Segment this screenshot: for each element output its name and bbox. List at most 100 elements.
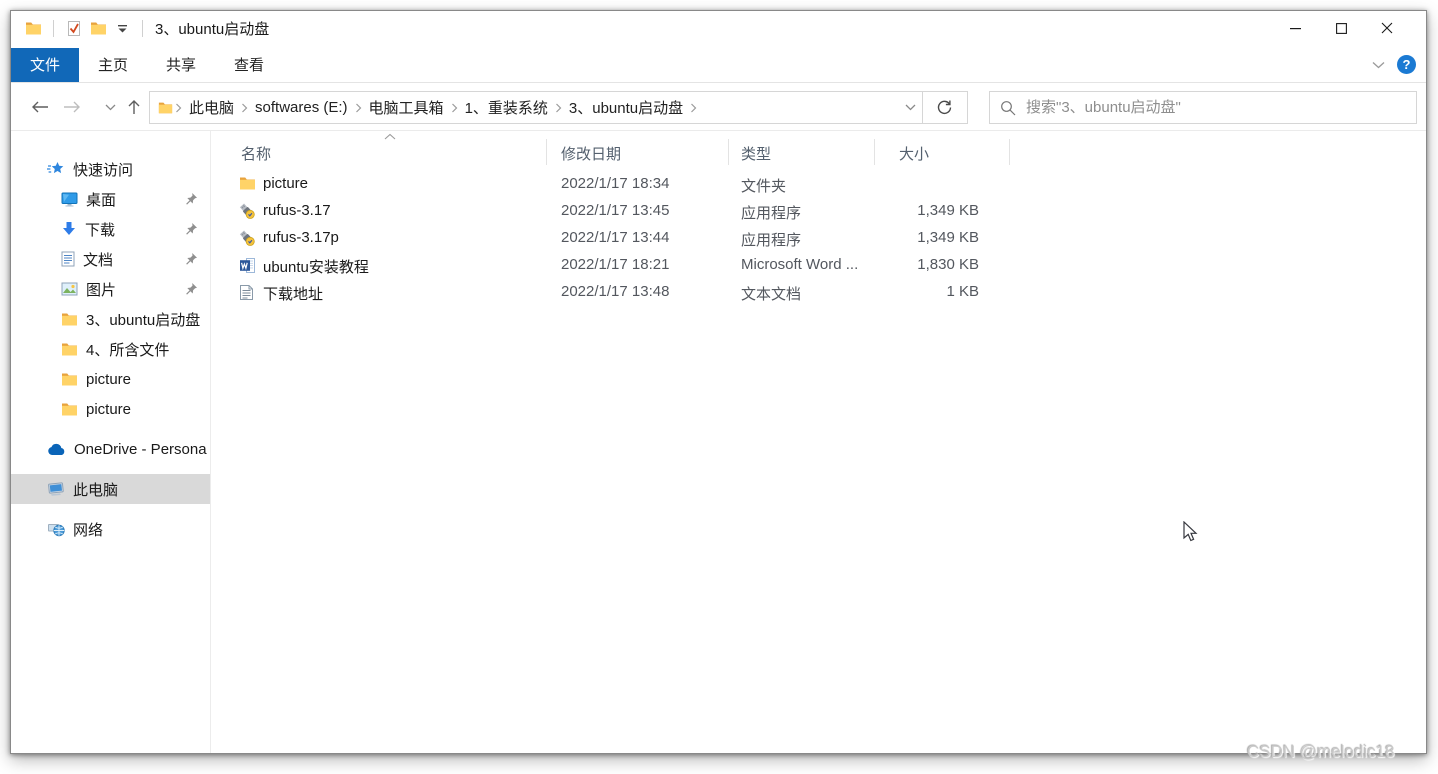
- help-icon[interactable]: ?: [1397, 55, 1416, 74]
- column-header-size[interactable]: 大小: [874, 143, 979, 164]
- column-header-type[interactable]: 类型: [741, 143, 771, 164]
- sidebar-item-label: 3、ubuntu启动盘: [86, 311, 201, 329]
- pin-icon: [185, 222, 198, 235]
- file-type: 应用程序: [741, 205, 802, 222]
- column-header-date[interactable]: 修改日期: [561, 143, 621, 164]
- sidebar-item-ubuntu-boot-folder[interactable]: 3、ubuntu启动盘: [11, 304, 210, 334]
- breadcrumb-chevron-icon[interactable]: [555, 103, 562, 113]
- breadcrumb-this-pc[interactable]: 此电脑: [182, 97, 241, 118]
- breadcrumb-chevron-icon[interactable]: [451, 103, 458, 113]
- file-type: 文本文档: [741, 286, 802, 303]
- back-button[interactable]: [25, 91, 55, 123]
- address-row: 此电脑 softwares (E:) 电脑工具箱 1、重装系统 3、ubuntu…: [11, 83, 1426, 131]
- file-size: 1,349 KB: [917, 229, 979, 246]
- rufus-usb-icon: [239, 230, 256, 247]
- tab-file[interactable]: 文件: [11, 48, 80, 82]
- forward-button[interactable]: [57, 91, 87, 123]
- search-input[interactable]: [1026, 99, 1406, 116]
- refresh-button[interactable]: [922, 91, 968, 124]
- file-row-download-address[interactable]: 下载地址 2022/1/17 13:48 文本文档 1 KB: [211, 279, 1426, 306]
- sidebar-item-label: 快速访问: [73, 161, 134, 179]
- address-dropdown-chevron-icon[interactable]: [905, 104, 916, 111]
- breadcrumb-reinstall[interactable]: 1、重装系统: [458, 97, 555, 118]
- properties-check-icon[interactable]: [62, 16, 86, 40]
- customize-quick-access-icon[interactable]: [110, 16, 134, 40]
- breadcrumb-chevron-icon[interactable]: [175, 103, 182, 113]
- folder-icon: [61, 402, 78, 416]
- sidebar-item-label: picture: [86, 400, 132, 418]
- pin-icon: [185, 192, 198, 205]
- tab-view[interactable]: 查看: [215, 48, 283, 82]
- column-headers: 名称 修改日期 类型 大小: [211, 131, 1426, 171]
- sidebar-item-label: 此电脑: [73, 481, 119, 499]
- file-size: 1,830 KB: [917, 256, 979, 273]
- titlebar-separator: [142, 19, 143, 37]
- file-date: 2022/1/17 13:48: [561, 283, 670, 300]
- sidebar-item-this-pc[interactable]: 此电脑: [11, 474, 210, 504]
- new-folder-icon[interactable]: [86, 16, 110, 40]
- file-date: 2022/1/17 13:44: [561, 229, 670, 246]
- sidebar-item-label: 文档: [83, 251, 114, 269]
- breadcrumb-drive[interactable]: softwares (E:): [248, 99, 355, 116]
- address-bar[interactable]: 此电脑 softwares (E:) 电脑工具箱 1、重装系统 3、ubuntu…: [149, 91, 923, 124]
- breadcrumb-chevron-icon[interactable]: [690, 103, 697, 113]
- breadcrumb-toolbox[interactable]: 电脑工具箱: [362, 97, 451, 118]
- breadcrumb-chevron-icon[interactable]: [241, 103, 248, 113]
- file-row-picture[interactable]: picture 2022/1/17 18:34 文件夹: [211, 171, 1426, 198]
- sidebar-item-quick-access[interactable]: 快速访问: [11, 154, 210, 184]
- file-row-rufus-p[interactable]: rufus-3.17p 2022/1/17 13:44 应用程序 1,349 K…: [211, 225, 1426, 252]
- file-date: 2022/1/17 13:45: [561, 202, 670, 219]
- column-resize-handle[interactable]: [546, 139, 547, 165]
- maximize-button[interactable]: [1318, 11, 1364, 45]
- navigation-pane: 快速访问 桌面 下载 文档 图片 3、ubuntu启动盘 4、所含文件 pict…: [11, 131, 211, 753]
- file-type: 文件夹: [741, 178, 787, 195]
- breadcrumb-chevron-icon[interactable]: [355, 103, 362, 113]
- file-row-ubuntu-tutorial[interactable]: ubuntu安装教程 2022/1/17 18:21 Microsoft Wor…: [211, 252, 1426, 279]
- sidebar-item-documents[interactable]: 文档: [11, 244, 210, 274]
- text-document-icon: [239, 284, 256, 301]
- search-icon: [1000, 100, 1016, 116]
- tab-home[interactable]: 主页: [79, 48, 147, 82]
- sidebar-item-label: 网络: [73, 521, 104, 539]
- column-resize-handle[interactable]: [728, 139, 729, 165]
- column-resize-handle[interactable]: [1009, 139, 1010, 165]
- titlebar: 3、ubuntu启动盘: [11, 11, 1426, 45]
- file-size: 1 KB: [946, 283, 979, 300]
- file-name: rufus-3.17: [263, 202, 331, 219]
- sidebar-item-included-files-folder[interactable]: 4、所含文件: [11, 334, 210, 364]
- sort-ascending-caret-icon[interactable]: [384, 133, 396, 140]
- collapse-ribbon-chevron-icon[interactable]: [1372, 61, 1385, 69]
- file-type: 应用程序: [741, 232, 802, 249]
- quick-access-toolbar: 3、ubuntu启动盘: [11, 11, 269, 45]
- up-button[interactable]: [119, 91, 149, 123]
- explorer-window: 3、ubuntu启动盘 文件 主页 共享 查看 ? 此电脑 softwares …: [10, 10, 1427, 754]
- close-button[interactable]: [1364, 11, 1410, 45]
- sidebar-item-desktop[interactable]: 桌面: [11, 184, 210, 214]
- sidebar-item-label: picture: [86, 370, 132, 388]
- tab-share[interactable]: 共享: [147, 48, 215, 82]
- pin-icon: [185, 282, 198, 295]
- file-size: 1,349 KB: [917, 202, 979, 219]
- sidebar-item-label: 图片: [86, 281, 117, 299]
- file-row-rufus[interactable]: rufus-3.17 2022/1/17 13:45 应用程序 1,349 KB: [211, 198, 1426, 225]
- breadcrumb-current[interactable]: 3、ubuntu启动盘: [562, 97, 690, 118]
- sidebar-item-picture-folder[interactable]: picture: [11, 394, 210, 424]
- word-document-icon: [239, 257, 256, 274]
- sidebar-item-label: 桌面: [86, 191, 117, 209]
- sidebar-item-label: OneDrive - Persona: [74, 440, 207, 458]
- sidebar-item-pictures[interactable]: 图片: [11, 274, 210, 304]
- file-type: Microsoft Word ...: [741, 256, 859, 273]
- window-folder-icon: [21, 16, 45, 40]
- window-title: 3、ubuntu启动盘: [155, 20, 270, 38]
- window-controls: [1272, 11, 1410, 45]
- rufus-usb-icon: [239, 203, 256, 220]
- folder-icon: [61, 312, 78, 326]
- sidebar-item-downloads[interactable]: 下载: [11, 214, 210, 244]
- sidebar-item-onedrive[interactable]: OneDrive - Persona: [11, 434, 210, 464]
- minimize-button[interactable]: [1272, 11, 1318, 45]
- column-header-name[interactable]: 名称: [241, 143, 271, 164]
- sidebar-item-picture-folder[interactable]: picture: [11, 364, 210, 394]
- sidebar-item-network[interactable]: 网络: [11, 514, 210, 544]
- download-arrow-icon: [61, 221, 77, 237]
- document-icon: [61, 251, 75, 267]
